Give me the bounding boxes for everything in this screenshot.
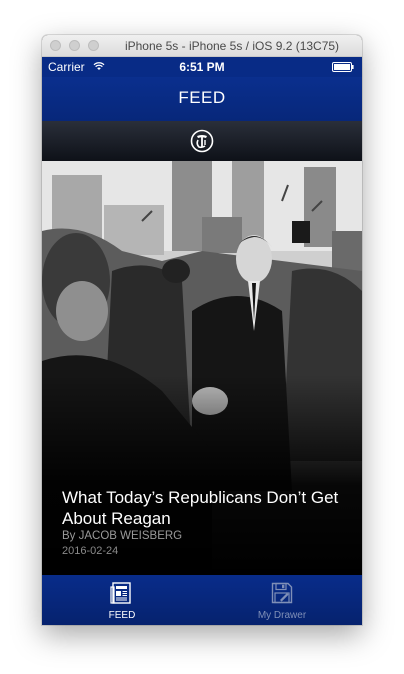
status-bar: Carrier 6:51 PM [42, 57, 362, 77]
window-close-button[interactable] [50, 40, 61, 51]
tab-my-drawer[interactable]: My Drawer [202, 575, 362, 625]
source-bar [42, 121, 362, 161]
page-title: FEED [178, 88, 226, 107]
new-york-times-logo-icon[interactable] [190, 129, 214, 153]
newspaper-icon [110, 582, 131, 604]
window-title: iPhone 5s - iPhone 5s / iOS 9.2 (13C75) [124, 39, 340, 53]
floppy-disk-icon [271, 582, 293, 604]
simulator-window: iPhone 5s - iPhone 5s / iOS 9.2 (13C75) … [42, 35, 362, 625]
article-card[interactable]: What Today’s Republicans Don’t Get About… [42, 161, 362, 575]
navigation-bar: FEED [42, 77, 362, 121]
tab-bar: FEED My Drawer [42, 575, 362, 625]
simulator-titlebar: iPhone 5s - iPhone 5s / iOS 9.2 (13C75) [42, 35, 362, 57]
device-screen: Carrier 6:51 PM FEED What Today’s Republ… [42, 57, 362, 625]
status-time: 6:51 PM [179, 60, 225, 74]
article-date: 2016-02-24 [62, 545, 119, 557]
tab-my-drawer-label: My Drawer [257, 610, 307, 621]
battery-icon [332, 62, 354, 72]
tab-feed-label: FEED [108, 610, 136, 621]
article-byline: By JACOB WEISBERG [62, 530, 183, 542]
window-zoom-button[interactable] [88, 40, 99, 51]
article-headline[interactable]: What Today’s Republicans Don’t Get About… [62, 487, 348, 529]
window-minimize-button[interactable] [69, 40, 80, 51]
tab-feed[interactable]: FEED [42, 575, 202, 625]
